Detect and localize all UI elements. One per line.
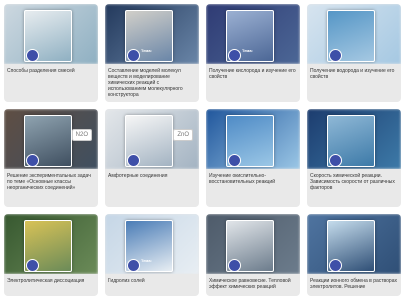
topic-thumbnail: [307, 109, 401, 169]
topic-title: Способы разделения смесей: [7, 68, 75, 74]
play-badge-icon: [26, 154, 39, 167]
play-badge-icon: [329, 49, 342, 62]
play-badge-icon: [26, 259, 39, 272]
topic-title: Составление моделей молекул веществ и мо…: [108, 68, 183, 98]
play-badge-icon: [329, 154, 342, 167]
topic-thumbnail: [4, 4, 98, 64]
topic-thumbnail: [307, 4, 401, 64]
topic-card[interactable]: Тема: Составление моделей молекул вещест…: [105, 4, 199, 102]
topic-card[interactable]: N2O Решение экспериментальных задач по т…: [4, 109, 98, 207]
play-badge-icon: [228, 49, 241, 62]
topic-card[interactable]: Тема: Получение кислорода и изучение его…: [206, 4, 300, 102]
topic-card[interactable]: Химическое равновесие. Тепловой эффект х…: [206, 214, 300, 296]
topic-title: Получение водорода и изучение его свойст…: [310, 68, 395, 80]
play-badge-icon: [127, 259, 140, 272]
topic-title: Скорость химической реакции. Зависимость…: [310, 173, 395, 191]
topic-title: Электролитическая диссоциация: [7, 278, 85, 284]
play-badge-icon: [228, 154, 241, 167]
topic-title: Решение экспериментальных задач по теме …: [7, 173, 91, 191]
topic-tag: Тема:: [141, 258, 152, 263]
topic-thumbnail: ZnO: [105, 109, 199, 169]
play-badge-icon: [228, 259, 241, 272]
topic-card[interactable]: Реакции ионного обмена в растворах элект…: [307, 214, 401, 296]
play-badge-icon: [26, 49, 39, 62]
topic-thumbnail: Тема:: [206, 4, 300, 64]
topic-card[interactable]: Способы разделения смесей: [4, 4, 98, 102]
topic-card[interactable]: Скорость химической реакции. Зависимость…: [307, 109, 401, 207]
formula-chip: ZnO: [173, 129, 193, 141]
play-badge-icon: [329, 259, 342, 272]
topic-card[interactable]: Получение водорода и изучение его свойст…: [307, 4, 401, 102]
topic-thumbnail: N2O: [4, 109, 98, 169]
topic-title: Химическое равновесие. Тепловой эффект х…: [209, 278, 291, 290]
topic-card[interactable]: Электролитическая диссоциация: [4, 214, 98, 296]
topic-thumbnail: Тема:: [105, 214, 199, 274]
topic-card[interactable]: Тема: Гидролиз солей: [105, 214, 199, 296]
topic-tag: Тема:: [141, 48, 152, 53]
topic-tag: Тема:: [242, 48, 253, 53]
topic-title: Реакции ионного обмена в растворах элект…: [310, 278, 397, 290]
play-badge-icon: [127, 154, 140, 167]
topics-grid: Способы разделения смесей Тема: Составле…: [4, 4, 401, 296]
topic-thumbnail: [206, 214, 300, 274]
topic-card[interactable]: ZnO Амфотерные соединения: [105, 109, 199, 207]
topic-title: Гидролиз солей: [108, 278, 145, 284]
topic-thumbnail: Тема:: [105, 4, 199, 64]
play-badge-icon: [127, 49, 140, 62]
topic-thumbnail: [307, 214, 401, 274]
topic-title: Амфотерные соединения: [108, 173, 168, 179]
topic-thumbnail: [4, 214, 98, 274]
formula-chip: N2O: [71, 129, 92, 141]
topic-title: Получение кислорода и изучение его свойс…: [209, 68, 296, 80]
topic-title: Изучение окислительно-восстановительных …: [209, 173, 275, 185]
topic-card[interactable]: Изучение окислительно-восстановительных …: [206, 109, 300, 207]
topic-thumbnail: [206, 109, 300, 169]
